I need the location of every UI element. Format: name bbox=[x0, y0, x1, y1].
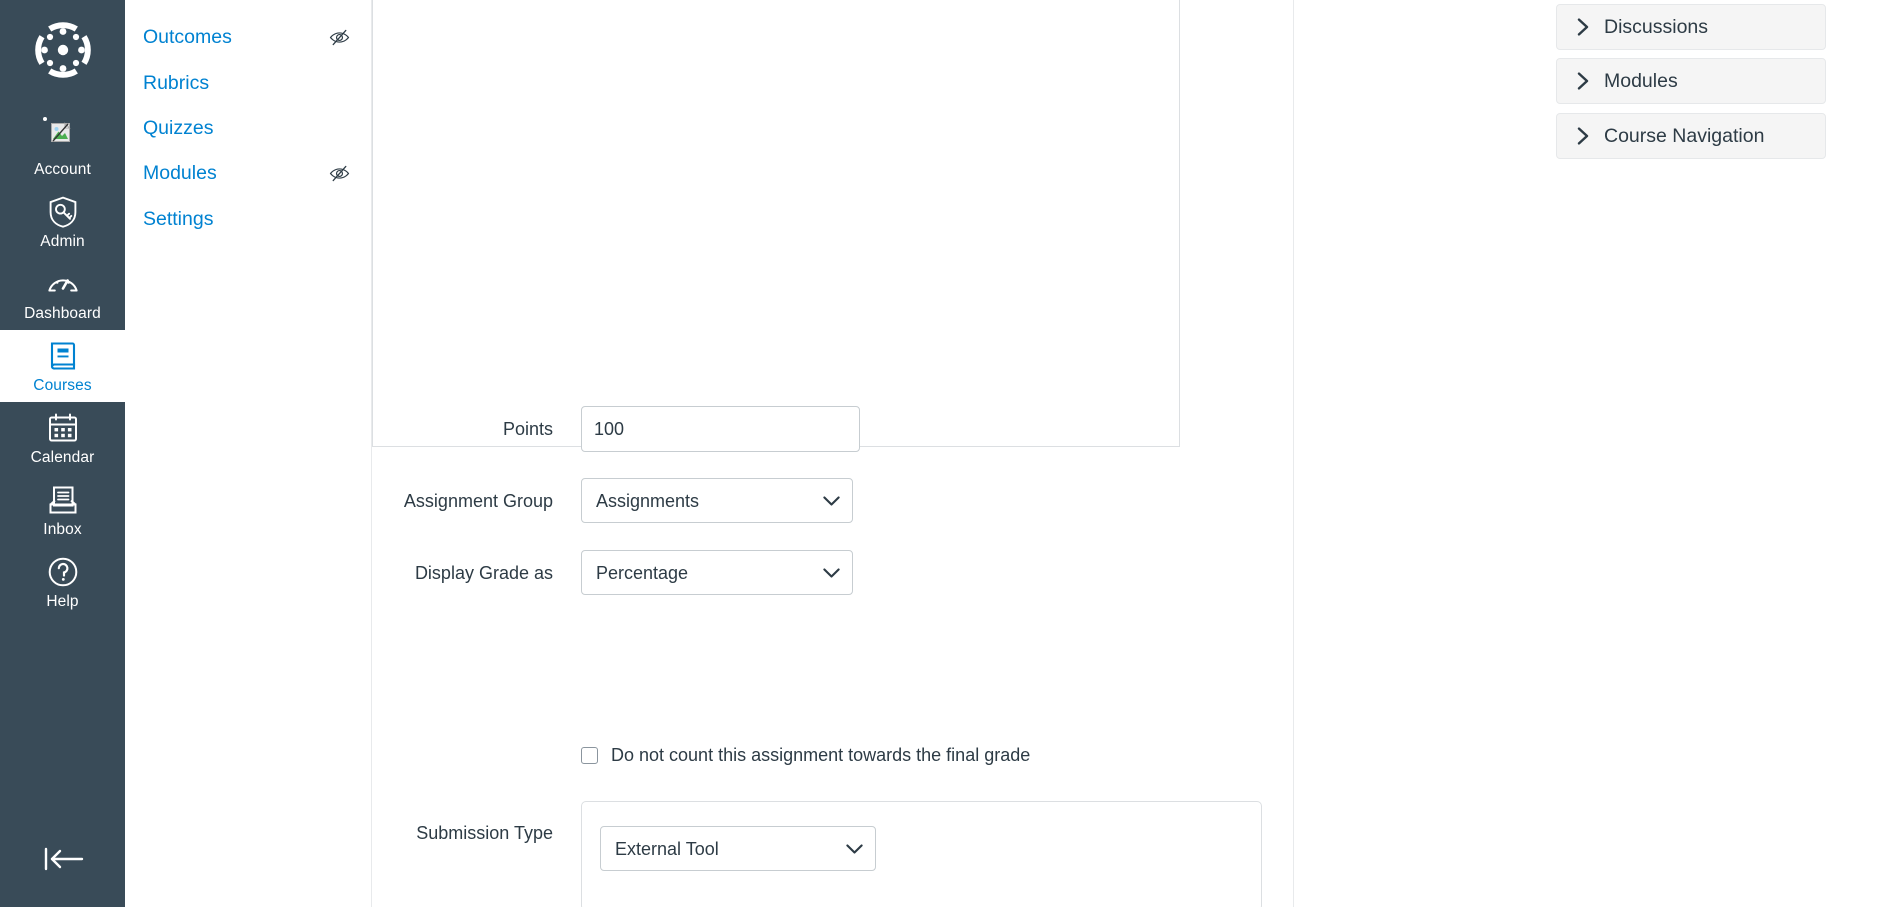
global-nav-item-help[interactable]: Help bbox=[0, 546, 125, 618]
global-nav-item-admin[interactable]: Admin bbox=[0, 186, 125, 258]
global-nav-item-account[interactable]: Account bbox=[0, 108, 125, 186]
assignment-description-editor[interactable] bbox=[372, 0, 1180, 447]
global-nav-collapse-button[interactable] bbox=[0, 845, 125, 907]
assignment-group-row: Assignment Group Assignments bbox=[372, 478, 892, 523]
assignment-group-select-wrapper[interactable]: Assignments bbox=[581, 478, 853, 523]
omit-from-final-grade-row[interactable]: Do not count this assignment towards the… bbox=[581, 744, 1030, 766]
course-nav-item-outcomes[interactable]: Outcomes bbox=[125, 24, 372, 50]
display-grade-as-select[interactable]: Percentage bbox=[581, 550, 853, 595]
global-nav-item-inbox[interactable]: Inbox bbox=[0, 474, 125, 546]
gauge-icon bbox=[46, 267, 80, 301]
global-nav-item-courses[interactable]: Courses bbox=[0, 330, 125, 402]
assignment-settings-sidebar: Discussions Modules Course Navigation bbox=[1293, 0, 1897, 907]
submission-type-select[interactable]: External Tool bbox=[600, 826, 876, 871]
global-nav-label-inbox: Inbox bbox=[43, 521, 82, 538]
course-nav-link-settings[interactable]: Settings bbox=[143, 206, 213, 232]
assignment-group-label: Assignment Group bbox=[403, 491, 553, 511]
global-nav-label-dashboard: Dashboard bbox=[24, 305, 101, 322]
global-nav-label-admin: Admin bbox=[40, 233, 85, 250]
course-nav-link-rubrics[interactable]: Rubrics bbox=[143, 70, 209, 96]
canvas-logo[interactable] bbox=[31, 18, 95, 82]
global-nav-label-account: Account bbox=[34, 161, 91, 178]
submission-type-label: Submission Type bbox=[416, 823, 553, 843]
eye-slash-icon bbox=[329, 165, 350, 181]
accordion-item-discussions[interactable]: Discussions bbox=[1556, 4, 1826, 50]
eye-slash-icon bbox=[329, 29, 350, 45]
global-nav-item-dashboard[interactable]: Dashboard bbox=[0, 258, 125, 330]
points-label: Points bbox=[502, 419, 553, 439]
user-avatar-icon bbox=[42, 117, 83, 157]
points-input[interactable] bbox=[581, 406, 860, 452]
display-grade-as-select-wrapper[interactable]: Percentage bbox=[581, 550, 853, 595]
course-nav-item-quizzes[interactable]: Quizzes bbox=[125, 115, 372, 141]
course-nav-link-outcomes[interactable]: Outcomes bbox=[143, 24, 232, 50]
assignment-edit-main: Points Assignment Group Assignments Disp… bbox=[372, 0, 1293, 907]
global-nav-item-calendar[interactable]: Calendar bbox=[0, 402, 125, 474]
chevron-right-icon bbox=[1577, 72, 1589, 90]
accordion-label-course-navigation: Course Navigation bbox=[1604, 125, 1765, 147]
points-field-row: Points bbox=[372, 406, 892, 452]
global-nav-label-calendar: Calendar bbox=[30, 449, 95, 466]
accordion-label-modules: Modules bbox=[1604, 70, 1678, 92]
course-nav-link-quizzes[interactable]: Quizzes bbox=[143, 115, 213, 141]
assignment-group-select[interactable]: Assignments bbox=[581, 478, 853, 523]
course-nav-item-modules[interactable]: Modules bbox=[125, 160, 372, 186]
submission-type-panel: External Tool bbox=[581, 801, 1262, 907]
question-circle-icon bbox=[46, 555, 80, 589]
collapse-arrow-icon bbox=[44, 847, 83, 871]
global-nav-label-courses: Courses bbox=[33, 377, 92, 394]
course-nav-item-rubrics[interactable]: Rubrics bbox=[125, 70, 372, 96]
omit-from-final-grade-checkbox[interactable] bbox=[581, 746, 598, 764]
chevron-right-icon bbox=[1577, 127, 1589, 145]
inbox-tray-icon bbox=[46, 483, 80, 517]
display-grade-as-row: Display Grade as Percentage bbox=[372, 550, 892, 595]
chevron-right-icon bbox=[1577, 18, 1589, 36]
book-icon bbox=[46, 339, 80, 373]
shield-key-icon bbox=[46, 195, 80, 229]
course-nav-link-modules[interactable]: Modules bbox=[143, 160, 217, 186]
course-nav-item-settings[interactable]: Settings bbox=[125, 206, 372, 232]
display-grade-as-label: Display Grade as bbox=[414, 563, 553, 583]
global-navigation-sidebar: Account Admin Dashboard Courses Calendar… bbox=[0, 0, 125, 907]
course-navigation-sidebar: Outcomes Rubrics Quizzes Modules Setting… bbox=[125, 0, 372, 907]
canvas-assignment-edit-page: Account Admin Dashboard Courses Calendar… bbox=[0, 0, 1897, 907]
global-nav-label-help: Help bbox=[46, 593, 79, 610]
calendar-icon bbox=[46, 411, 80, 445]
accordion-label-discussions: Discussions bbox=[1604, 16, 1709, 38]
omit-from-final-grade-label: Do not count this assignment towards the… bbox=[611, 745, 1031, 765]
submission-type-select-wrapper[interactable]: External Tool bbox=[600, 826, 876, 871]
accordion-item-course-navigation[interactable]: Course Navigation bbox=[1556, 113, 1826, 159]
accordion-item-modules[interactable]: Modules bbox=[1556, 58, 1826, 104]
